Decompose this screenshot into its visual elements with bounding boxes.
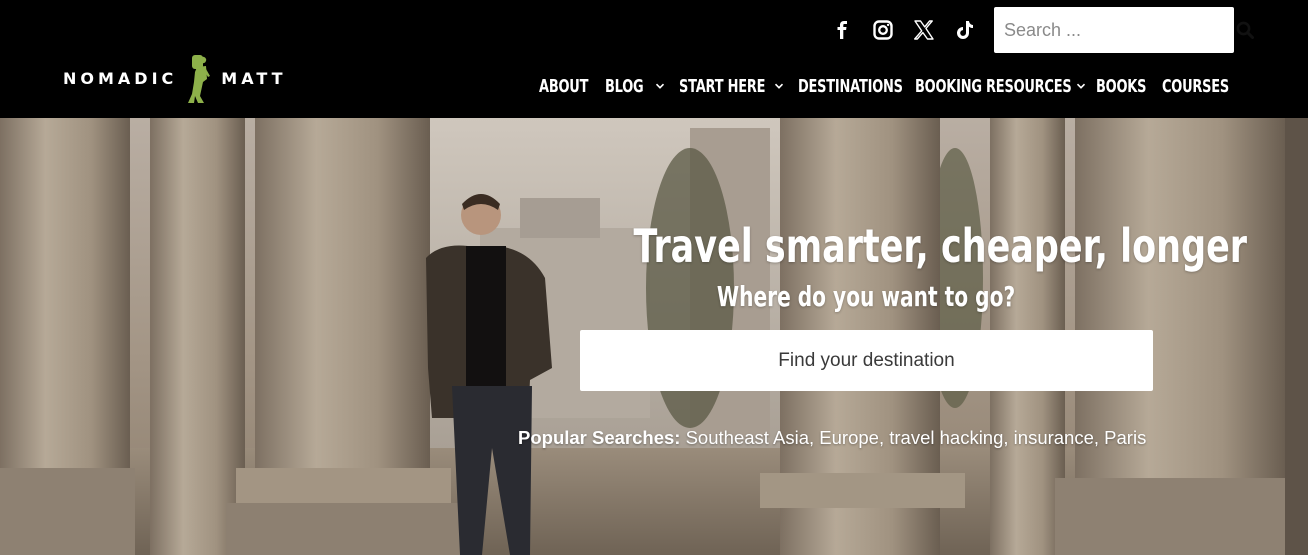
nav-item-booking-resources[interactable]: BOOKING RESOURCES [915,72,1096,100]
chevron-down-icon [656,83,665,89]
popular-link-travel-hacking[interactable]: travel hacking [889,427,1003,448]
hero-section: Travel smarter, cheaper, longer Where do… [0,118,1308,555]
backpacker-figure-icon [188,55,211,103]
nav-item-destinations[interactable]: DESTINATIONS [798,72,915,100]
nav-item-label: BLOG [605,75,644,97]
tiktok-icon[interactable] [951,18,979,42]
popular-searches-label: Popular Searches: [518,427,681,448]
header-search-input[interactable] [994,7,1236,53]
logo-word-left: NOMADIC [63,68,178,88]
destination-search [580,330,1153,391]
hero-subtitle: Where do you want to go? [716,280,1016,313]
separator: , [1093,427,1105,448]
destination-search-input[interactable] [580,330,1153,391]
x-icon[interactable] [910,18,938,42]
main-nav: ABOUT BLOG START HERE DESTINATIONS BOOKI… [539,72,1230,100]
separator: , [1003,427,1014,448]
search-icon[interactable] [1236,7,1254,53]
hero-title: Travel smarter, cheaper, longer [633,219,1248,273]
nav-item-label: DESTINATIONS [798,75,903,97]
nav-item-label: BOOKS [1096,75,1147,97]
separator: , [809,427,820,448]
chevron-down-icon [1077,83,1086,89]
nav-item-books[interactable]: BOOKS [1096,72,1162,100]
nav-item-start-here[interactable]: START HERE [679,72,798,100]
site-header: NOMADIC MATT A [0,0,1308,118]
nav-item-courses[interactable]: COURSES [1162,72,1230,100]
nav-item-label: ABOUT [539,75,589,97]
separator: , [878,427,890,448]
header-search [994,7,1254,53]
popular-link-insurance[interactable]: insurance [1014,427,1094,448]
site-logo[interactable]: NOMADIC MATT [63,52,287,104]
nav-item-blog[interactable]: BLOG [605,72,679,100]
logo-word-right: MATT [221,68,287,88]
chevron-down-icon [774,83,783,89]
nav-item-label: START HERE [679,75,766,97]
popular-link-europe[interactable]: Europe [819,427,879,448]
nav-item-about[interactable]: ABOUT [539,72,605,100]
popular-link-southeast-asia[interactable]: Southeast Asia [686,427,809,448]
nav-item-label: COURSES [1162,75,1230,97]
social-links [828,18,992,42]
nav-item-label: BOOKING RESOURCES [915,75,1072,97]
popular-searches: Popular Searches: Southeast Asia, Europe… [518,427,1146,449]
popular-link-paris[interactable]: Paris [1104,427,1146,448]
instagram-icon[interactable] [869,18,897,42]
facebook-icon[interactable] [828,18,856,42]
